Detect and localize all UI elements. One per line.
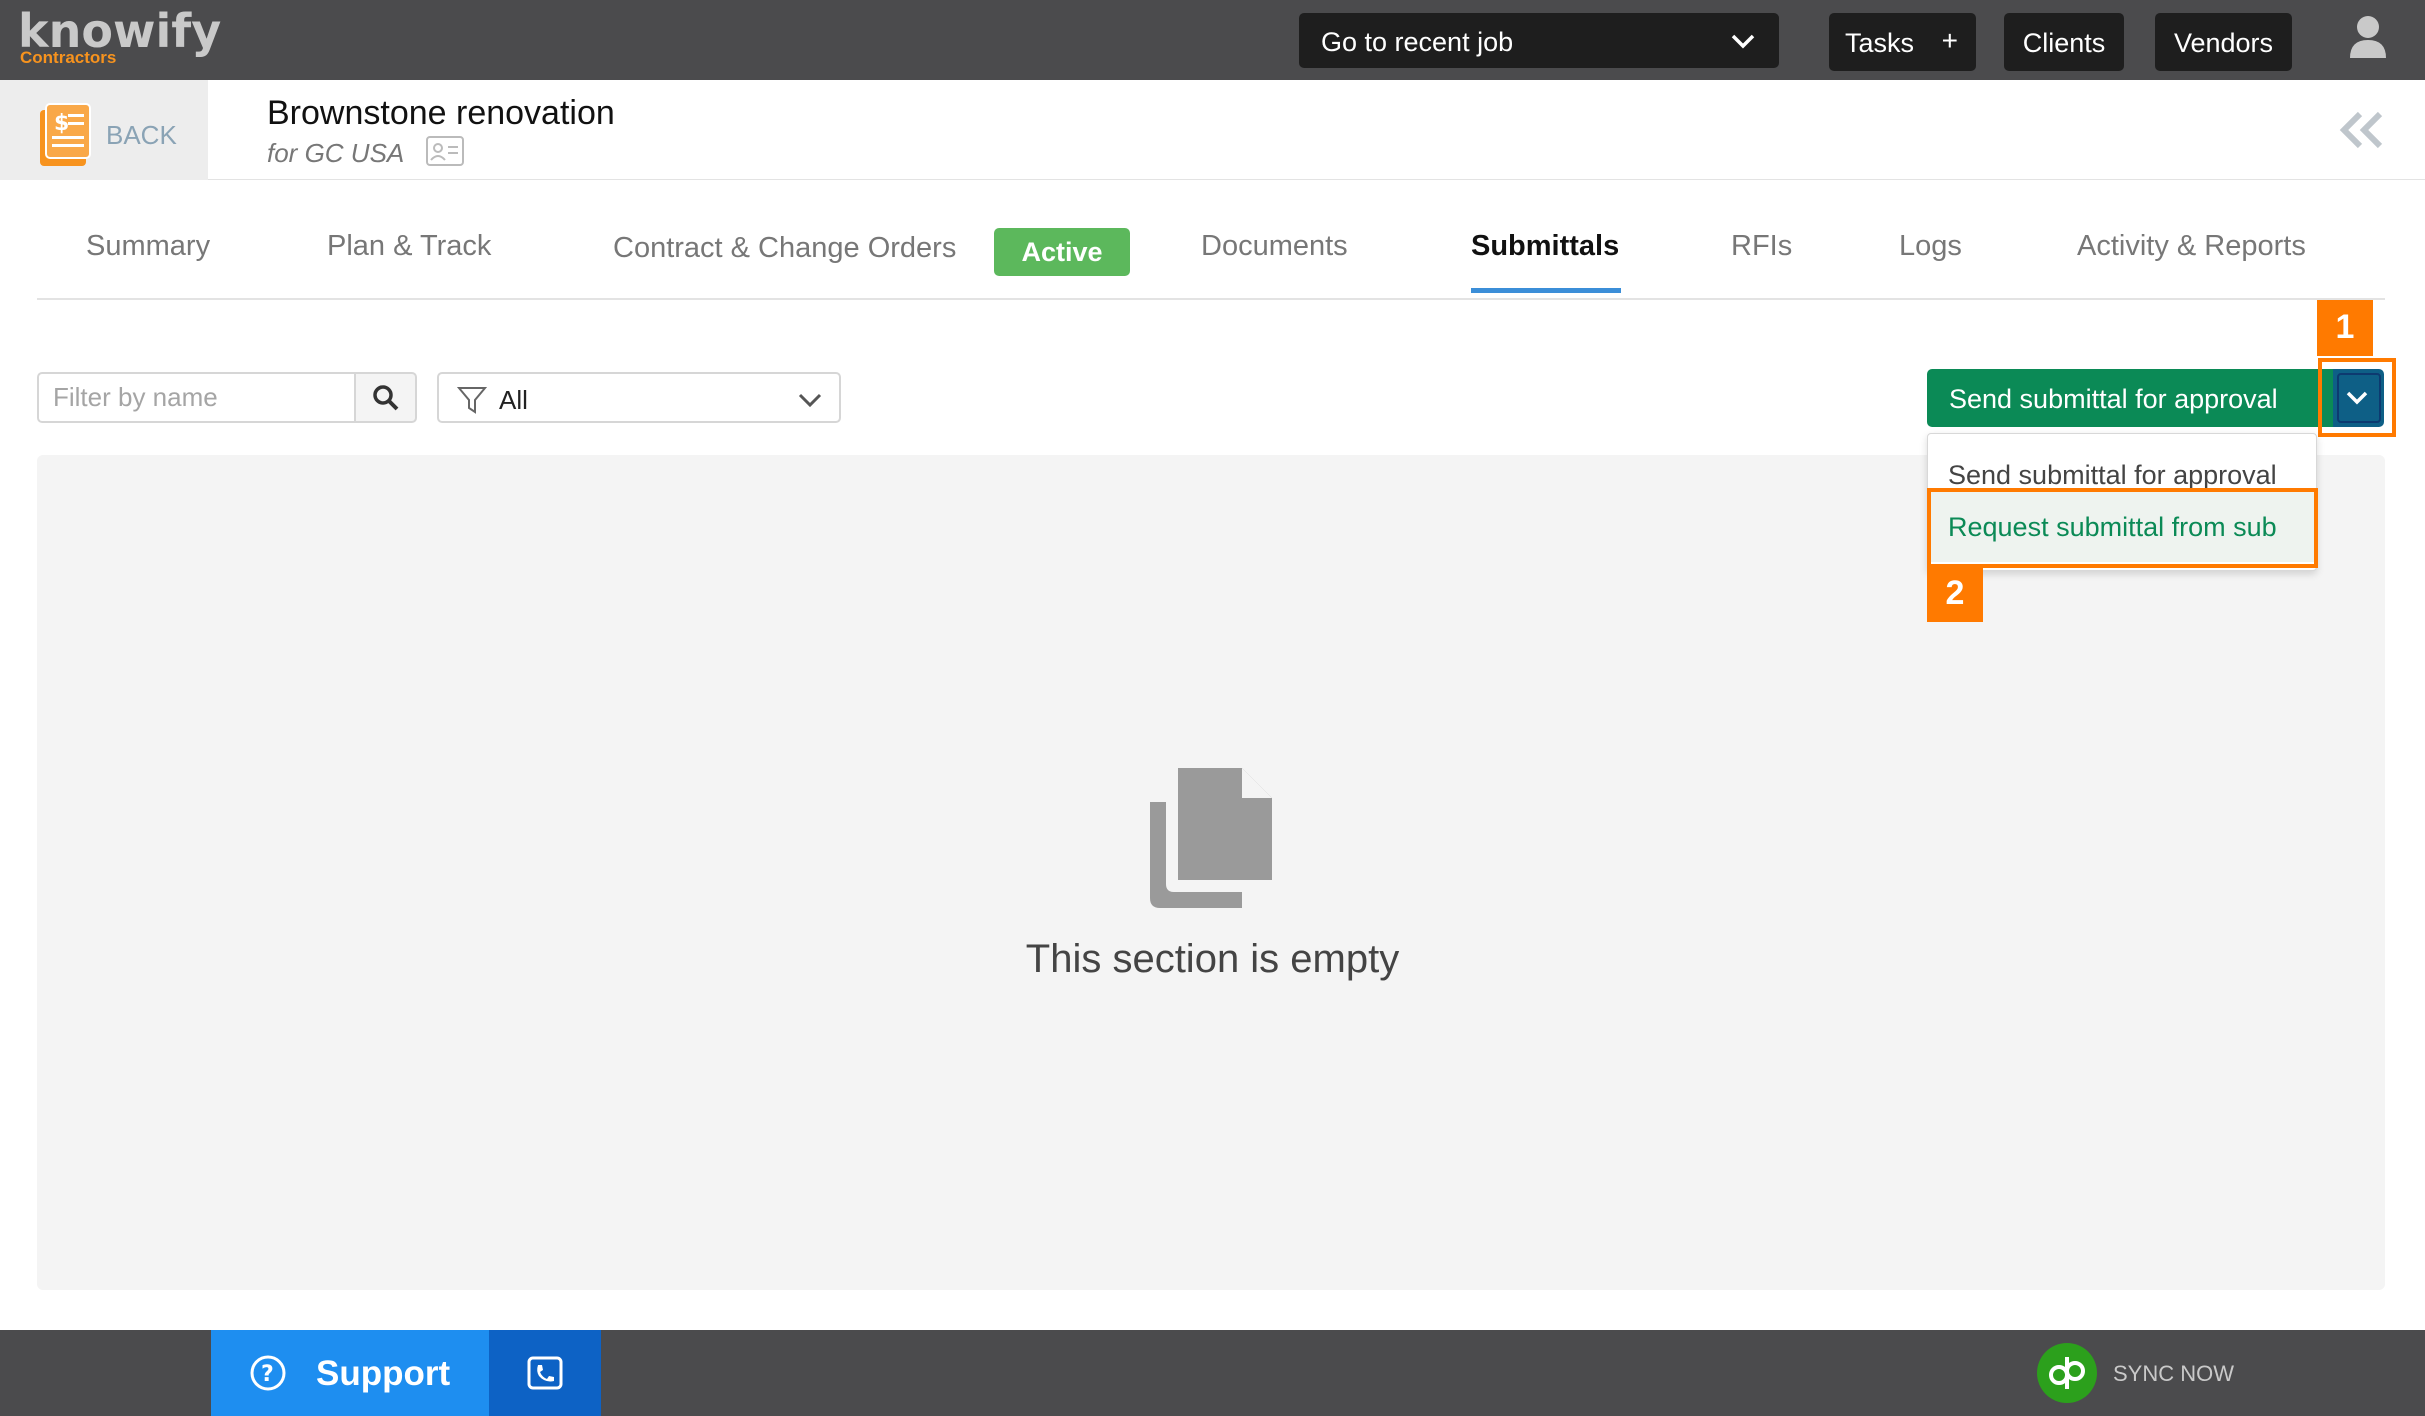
- help-circle-icon: ?: [250, 1355, 286, 1391]
- empty-state-message: This section is empty: [1025, 937, 1400, 981]
- add-task-icon[interactable]: +: [1942, 25, 1958, 57]
- support-button[interactable]: ? Support: [211, 1330, 489, 1416]
- job-header: $ BACK Brownstone renovation for GC USA: [0, 80, 2425, 180]
- tab-activity-reports[interactable]: Activity & Reports: [2077, 230, 2306, 263]
- user-avatar-icon[interactable]: [2348, 14, 2388, 58]
- annotation-step-1: 1: [2317, 300, 2373, 356]
- collapse-panel-icon[interactable]: [2336, 110, 2386, 150]
- status-filter-value: All: [499, 385, 528, 415]
- back-label: BACK: [106, 120, 177, 150]
- contact-card-icon[interactable]: [426, 136, 464, 166]
- phone-icon: [527, 1356, 563, 1390]
- phone-support-button[interactable]: [489, 1330, 601, 1416]
- filter-funnel-icon: [457, 387, 487, 414]
- svg-text:$: $: [54, 111, 69, 136]
- sync-now-button[interactable]: SYNC NOW: [2113, 1361, 2234, 1387]
- bottom-bar: ? Support SYNC NOW: [0, 1330, 2425, 1416]
- clients-button[interactable]: Clients: [2004, 13, 2124, 71]
- annotation-highlight-request: [1927, 488, 2318, 568]
- tasks-button[interactable]: Tasks +: [1829, 13, 1976, 71]
- svg-text:?: ?: [261, 1362, 274, 1387]
- recent-job-label: Go to recent job: [1321, 27, 1514, 57]
- tab-logs[interactable]: Logs: [1899, 230, 1962, 263]
- status-filter-select[interactable]: All: [437, 372, 841, 423]
- annotation-step-2: 2: [1927, 566, 1983, 622]
- support-label: Support: [316, 1354, 451, 1393]
- menu-item-send-for-approval[interactable]: Send submittal for approval: [1928, 460, 2316, 491]
- send-submittal-button[interactable]: Send submittal for approval: [1927, 369, 2330, 427]
- tab-contract-change-orders[interactable]: Contract & Change Orders: [613, 232, 956, 265]
- logo-tagline: Contractors: [20, 48, 117, 67]
- filter-by-name-input[interactable]: [37, 372, 355, 423]
- job-client: for GC USA: [267, 138, 405, 168]
- tab-plan-track[interactable]: Plan & Track: [327, 230, 491, 263]
- back-button[interactable]: $ BACK: [0, 80, 208, 180]
- tab-submittals[interactable]: Submittals: [1471, 230, 1619, 263]
- documents-icon: [1150, 768, 1272, 908]
- tab-summary[interactable]: Summary: [86, 230, 210, 263]
- knowify-logo[interactable]: knowify Contractors: [18, 4, 221, 70]
- tasks-label: Tasks: [1845, 28, 1915, 58]
- job-title: Brownstone renovation: [267, 94, 615, 132]
- tab-documents[interactable]: Documents: [1201, 230, 1348, 263]
- search-icon: [373, 385, 399, 411]
- search-button[interactable]: [354, 372, 417, 423]
- quickbooks-icon[interactable]: [2037, 1343, 2097, 1403]
- job-tabs: Summary Plan & Track Contract & Change O…: [37, 180, 2385, 300]
- chevron-down-icon: [1731, 34, 1755, 49]
- annotation-highlight-toggle: [2318, 358, 2396, 437]
- status-badge: Active: [994, 228, 1130, 276]
- recent-job-dropdown[interactable]: Go to recent job: [1299, 13, 1779, 68]
- quickbooks-logo-icon: [2049, 1357, 2085, 1389]
- top-navigation-bar: knowify Contractors Go to recent job Tas…: [0, 0, 2425, 80]
- chevron-down-icon: [798, 393, 822, 408]
- tab-rfis[interactable]: RFIs: [1731, 230, 1792, 263]
- invoice-document-icon: $: [40, 103, 91, 166]
- active-tab-indicator: [1471, 288, 1621, 293]
- vendors-button[interactable]: Vendors: [2155, 13, 2292, 71]
